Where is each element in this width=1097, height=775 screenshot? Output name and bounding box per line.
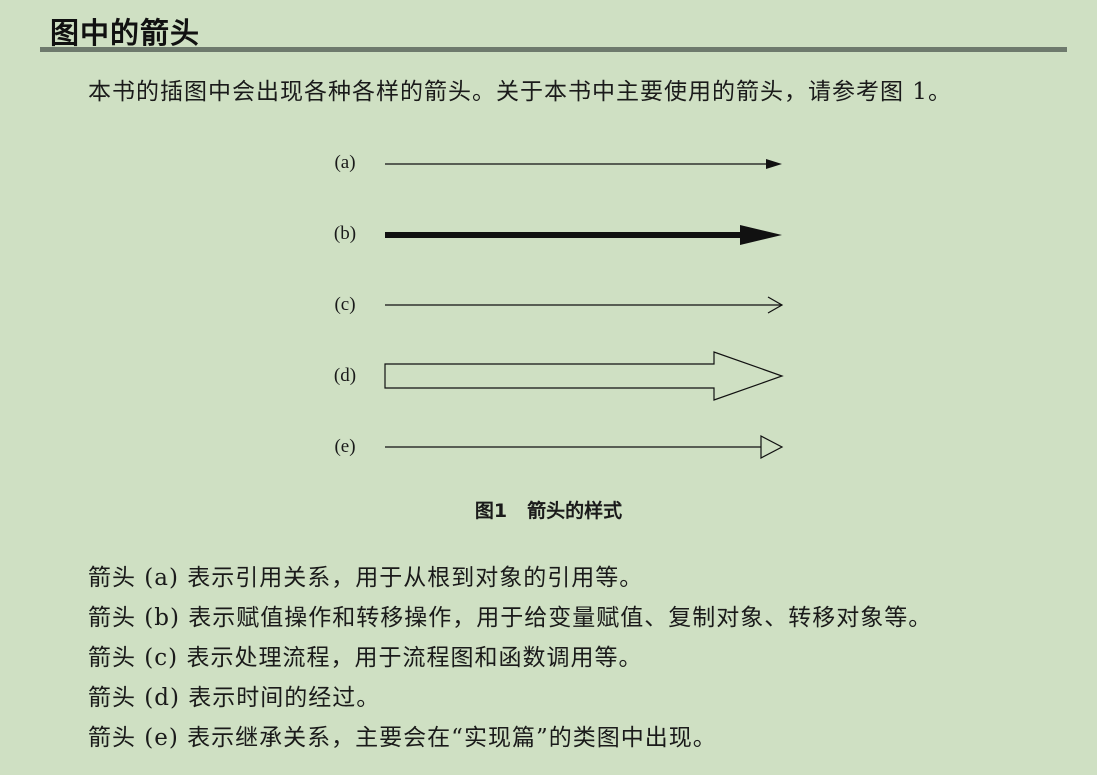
desc-line-d: 箭头 (d) 表示时间的经过。 [88, 685, 381, 711]
arrow-a-reference-icon [385, 159, 782, 169]
arrow-e-inheritance-icon [385, 435, 784, 459]
arrow-d-time-icon [384, 351, 784, 401]
desc-line-c: 箭头 (c) 表示处理流程，用于流程图和函数调用等。 [88, 645, 643, 671]
desc-line-a: 箭头 (a) 表示引用关系，用于从根到对象的引用等。 [88, 565, 644, 591]
desc-line-e: 箭头 (e) 表示继承关系，主要会在“实现篇”的类图中出现。 [88, 725, 717, 751]
arrow-b-assignment-icon [385, 225, 782, 245]
desc-line-b: 箭头 (b) 表示赋值操作和转移操作，用于给变量赋值、复制对象、转移对象等。 [88, 605, 933, 631]
arrow-c-flow-icon [385, 296, 784, 314]
caption-number: 图1 [474, 500, 508, 522]
caption-text: 箭头的样式 [527, 500, 623, 522]
figure-caption: 图1 箭头的样式 [0, 496, 1097, 523]
